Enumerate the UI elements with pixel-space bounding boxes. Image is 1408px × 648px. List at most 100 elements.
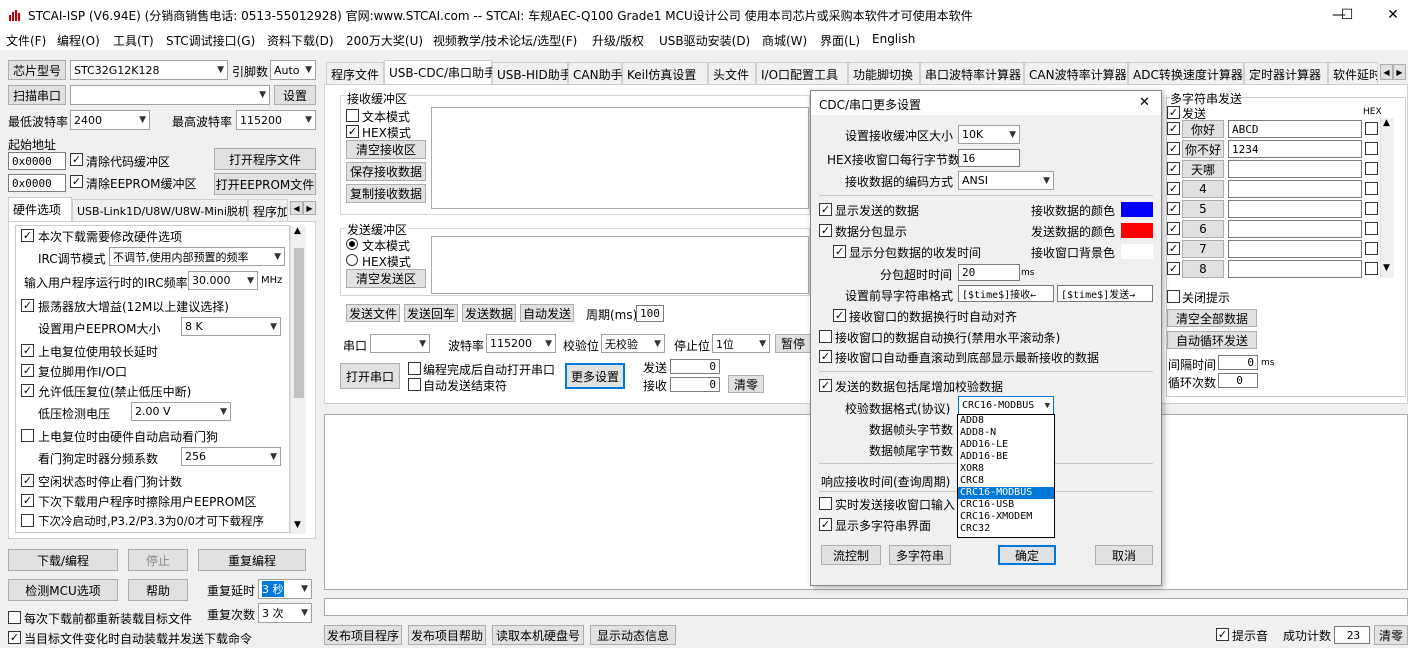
eeprom-address-input[interactable]: 0x0000 bbox=[8, 174, 66, 192]
clear-send-button[interactable]: 清空发送区 bbox=[346, 269, 426, 288]
multi-hex-checkbox[interactable] bbox=[1365, 262, 1378, 275]
encoding-select[interactable]: ANSI ▼ bbox=[958, 171, 1054, 190]
multi-hex-checkbox[interactable] bbox=[1365, 242, 1378, 255]
dropdown-option[interactable]: XOR8 bbox=[958, 463, 1054, 475]
publish-help-button[interactable]: 发布项目帮助 bbox=[408, 625, 486, 645]
tab-baud-calc[interactable]: 串口波特率计算器 bbox=[920, 62, 1024, 84]
tab-pin-switch[interactable]: 功能脚切换 bbox=[848, 62, 920, 84]
recv-hex-checkbox[interactable]: ✓ bbox=[346, 125, 359, 138]
pin-count-select[interactable]: Auto ▼ bbox=[270, 60, 316, 80]
save-recv-button[interactable]: 保存接收数据 bbox=[346, 162, 426, 181]
read-disk-button[interactable]: 读取本机硬盘号 bbox=[492, 625, 584, 645]
multi-send-button[interactable]: 天哪 bbox=[1182, 160, 1224, 178]
send-text-radio[interactable] bbox=[346, 238, 358, 250]
ok-button[interactable]: 确定 bbox=[998, 545, 1056, 565]
irc-mode-select[interactable]: 不调节,使用内部预置的频率 ▼ bbox=[109, 247, 285, 266]
multi-string-input[interactable]: ABCD bbox=[1228, 120, 1362, 138]
multi-string-input[interactable] bbox=[1228, 240, 1362, 258]
auto-end-checkbox[interactable] bbox=[408, 378, 421, 391]
menu-tools[interactable]: 工具(T) bbox=[113, 32, 154, 49]
dialog-close-icon[interactable]: ✕ bbox=[1139, 95, 1150, 110]
multi-hex-checkbox[interactable] bbox=[1365, 202, 1378, 215]
long-delay-checkbox[interactable]: ✓ bbox=[21, 344, 34, 357]
show-time-checkbox[interactable]: ✓ bbox=[833, 245, 846, 258]
tab-hardware-options[interactable]: 硬件选项 bbox=[8, 197, 72, 221]
settings-button[interactable]: 设置 bbox=[274, 85, 316, 105]
split-show-checkbox[interactable]: ✓ bbox=[819, 224, 832, 237]
menu-download[interactable]: 资料下载(D) bbox=[267, 32, 334, 49]
auto-send-button[interactable]: 自动发送 bbox=[520, 304, 574, 322]
multi-send-button[interactable]: 你好 bbox=[1182, 120, 1224, 138]
menu-debug[interactable]: STC调试接口(G) bbox=[166, 32, 255, 49]
auto-open-checkbox[interactable] bbox=[408, 362, 421, 375]
multi-send-button[interactable]: 4 bbox=[1182, 180, 1224, 198]
dropdown-option[interactable]: CRC16-MODBUS bbox=[958, 487, 1054, 499]
help-button[interactable]: 帮助 bbox=[128, 579, 188, 601]
multi-row-checkbox[interactable]: ✓ bbox=[1167, 122, 1180, 135]
lv-detect-select[interactable]: 2.00 V ▼ bbox=[131, 402, 231, 421]
min-baud-select[interactable]: 2400 ▼ bbox=[70, 110, 150, 130]
dropdown-option[interactable]: CRC8 bbox=[958, 475, 1054, 487]
clear-count-button[interactable]: 清零 bbox=[728, 375, 764, 393]
menu-interface[interactable]: 界面(L) bbox=[820, 32, 860, 49]
menu-usb-driver[interactable]: USB驱动安装(D) bbox=[659, 32, 750, 49]
reset-io-checkbox[interactable]: ✓ bbox=[21, 364, 34, 377]
multi-row-checkbox[interactable]: ✓ bbox=[1167, 182, 1180, 195]
eeprom-size-select[interactable]: 8 K ▼ bbox=[181, 317, 281, 336]
dropdown-option[interactable]: CRC32 bbox=[958, 523, 1054, 535]
multi-row-checkbox[interactable]: ✓ bbox=[1167, 202, 1180, 215]
stop-bits-select[interactable]: 1位 ▼ bbox=[712, 334, 770, 353]
send-color-swatch[interactable] bbox=[1121, 223, 1153, 238]
hex-bytes-input[interactable]: 16 bbox=[958, 149, 1020, 167]
tab-scroll-right-icon[interactable]: ▶ bbox=[303, 201, 316, 215]
multi-send-button[interactable]: 7 bbox=[1182, 240, 1224, 258]
more-settings-button[interactable]: 更多设置 bbox=[565, 363, 625, 389]
dropdown-option[interactable]: ADD16-LE bbox=[958, 439, 1054, 451]
tab-adc-calc[interactable]: ADC转换速度计算器 bbox=[1128, 62, 1244, 84]
loop-count-input[interactable]: 0 bbox=[1218, 373, 1258, 388]
dropdown-option[interactable]: CRC16-XMODEM bbox=[958, 511, 1054, 523]
clear-success-button[interactable]: 清零 bbox=[1374, 625, 1408, 645]
repeat-delay-select[interactable]: 3 秒 ▼ bbox=[258, 579, 312, 599]
cdc-port-select[interactable]: ▼ bbox=[370, 334, 430, 353]
cold-boot-checkbox[interactable] bbox=[21, 514, 34, 527]
buf-size-select[interactable]: 10K ▼ bbox=[958, 125, 1020, 144]
port-select[interactable]: ▼ bbox=[70, 85, 270, 105]
multi-send-button[interactable]: 8 bbox=[1182, 260, 1224, 278]
multi-send-checkbox[interactable]: ✓ bbox=[1167, 106, 1180, 119]
send-textarea[interactable] bbox=[431, 236, 809, 294]
max-baud-select[interactable]: 115200 ▼ bbox=[236, 110, 316, 130]
timeout-input[interactable]: 20 bbox=[958, 264, 1020, 281]
check-mcu-button[interactable]: 检测MCU选项 bbox=[8, 579, 118, 601]
open-program-button[interactable]: 打开程序文件 bbox=[214, 148, 316, 170]
open-port-button[interactable]: 打开串口 bbox=[340, 363, 400, 389]
baud-select[interactable]: 115200 ▼ bbox=[486, 334, 556, 353]
multi-string-input[interactable] bbox=[1228, 180, 1362, 198]
prefix-recv-input[interactable]: [$time$]接收← bbox=[958, 285, 1054, 302]
recv-color-swatch[interactable] bbox=[1121, 202, 1153, 217]
repeat-count-select[interactable]: 3 次 ▼ bbox=[258, 603, 312, 623]
erase-eeprom-checkbox[interactable]: ✓ bbox=[21, 494, 34, 507]
tab-delay-calc[interactable]: 软件延时 bbox=[1328, 62, 1378, 84]
scroll-down-icon[interactable]: ▼ bbox=[1383, 263, 1390, 273]
show-sent-checkbox[interactable]: ✓ bbox=[819, 203, 832, 216]
tab-usb-cdc[interactable]: USB-CDC/串口助手 bbox=[384, 60, 496, 84]
stop-button[interactable]: 停止 bbox=[128, 549, 188, 571]
show-anim-button[interactable]: 显示动态信息 bbox=[590, 625, 676, 645]
chip-model-select[interactable]: STC32G12K128 ▼ bbox=[70, 60, 228, 80]
code-address-input[interactable]: 0x0000 bbox=[8, 152, 66, 170]
tab-scroll-left-icon[interactable]: ◀ bbox=[290, 201, 303, 215]
tab-scroll-right-icon[interactable]: ▶ bbox=[1393, 64, 1406, 80]
menu-prize[interactable]: 200万大奖(U) bbox=[346, 32, 423, 49]
multi-send-button[interactable]: 5 bbox=[1182, 200, 1224, 218]
hw-scrollbar[interactable]: ▲ ▼ bbox=[290, 226, 306, 534]
scroll-up-icon[interactable]: ▲ bbox=[1383, 118, 1390, 128]
multi-string-input[interactable]: 1234 bbox=[1228, 140, 1362, 158]
multi-string-input[interactable] bbox=[1228, 160, 1362, 178]
reprogram-button[interactable]: 重复编程 bbox=[198, 549, 306, 571]
bg-color-swatch[interactable] bbox=[1121, 244, 1153, 259]
low-voltage-reset-checkbox[interactable]: ✓ bbox=[21, 384, 34, 397]
close-button[interactable]: ✕ bbox=[1370, 0, 1408, 30]
multi-hex-checkbox[interactable] bbox=[1365, 142, 1378, 155]
dropdown-option[interactable]: ADD8 bbox=[958, 415, 1054, 427]
